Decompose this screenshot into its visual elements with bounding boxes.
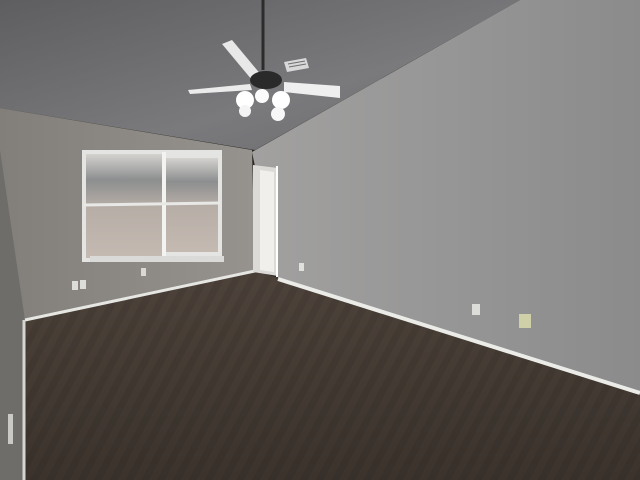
doorway-interior [260,170,274,272]
window-sill [90,256,224,262]
wall-outlet-icon [299,263,304,271]
light-bulb-icon [239,105,251,117]
wall-outlet-icon [141,268,146,276]
light-bulb-icon [255,89,269,103]
room-scene [0,0,640,480]
wall-outlet-icon [8,414,13,444]
light-bulb-icon [272,91,290,109]
window-sash [83,201,221,207]
wall-outlet-icon [519,314,531,328]
wall-outlet-icon [472,304,480,315]
window [82,150,224,262]
wall-outlet-icon [80,280,86,289]
light-bulb-icon [271,107,285,121]
wall-outlet-icon [72,281,78,290]
fan-motor [250,71,282,89]
